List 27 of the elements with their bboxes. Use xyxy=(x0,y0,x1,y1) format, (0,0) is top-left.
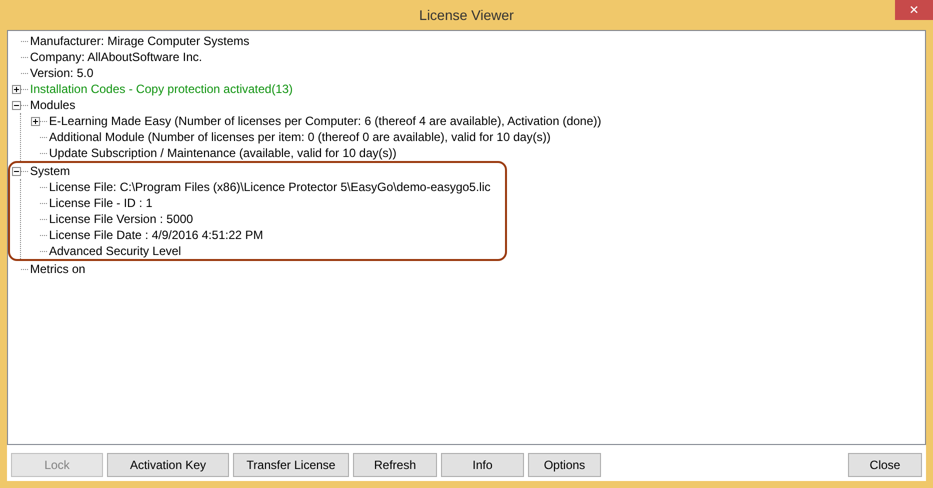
tree-item[interactable]: Additional Module (Number of licenses per item: 0 (thereof 0 are available), valid for 10 day(s)) xyxy=(49,128,551,146)
expand-icon[interactable] xyxy=(31,116,40,126)
tree-item[interactable]: License File Date : 4/9/2016 4:51:22 PM xyxy=(49,226,264,244)
collapse-icon[interactable] xyxy=(12,166,21,176)
dialog-button[interactable]: Activation Key xyxy=(107,453,229,477)
tree-item[interactable]: Modules xyxy=(30,96,76,114)
tree-item[interactable]: Installation Codes - Copy protection activated(13) xyxy=(30,80,293,98)
collapse-icon[interactable] xyxy=(12,100,21,110)
dialog-button[interactable]: Close xyxy=(848,453,922,477)
tree-item[interactable]: E-Learning Made Easy (Number of licenses per Computer: 6 (thereof 4 are available), Activation (done)) xyxy=(49,112,602,130)
tree-item[interactable]: Version: 5.0 xyxy=(30,64,94,82)
tree-item[interactable]: License File Version : 5000 xyxy=(49,210,194,228)
dialog-button[interactable]: Transfer License xyxy=(233,453,349,477)
dialog-button[interactable]: Options xyxy=(528,453,601,477)
close-button[interactable]: ✕ xyxy=(895,0,933,20)
tree-item[interactable]: Update Subscription / Maintenance (available, valid for 10 day(s)) xyxy=(49,144,397,162)
tree-item[interactable]: Manufacturer: Mirage Computer Systems xyxy=(30,32,250,50)
tree-item[interactable]: Advanced Security Level xyxy=(49,242,182,260)
window-title: License Viewer xyxy=(419,6,514,24)
tree-item[interactable]: License File: C:\Program Files (x86)\Licence Protector 5\EasyGo\demo-easygo5.lic xyxy=(49,178,491,196)
expand-icon[interactable] xyxy=(12,84,21,94)
tree-item[interactable]: Company: AllAboutSoftware Inc. xyxy=(30,48,202,66)
tree-item[interactable]: Metrics on xyxy=(30,260,86,278)
tree-item[interactable]: System xyxy=(30,162,70,180)
dialog-button[interactable]: Refresh xyxy=(353,453,437,477)
dialog-button[interactable]: Info xyxy=(441,453,524,477)
tree-item[interactable]: License File - ID : 1 xyxy=(49,194,152,212)
